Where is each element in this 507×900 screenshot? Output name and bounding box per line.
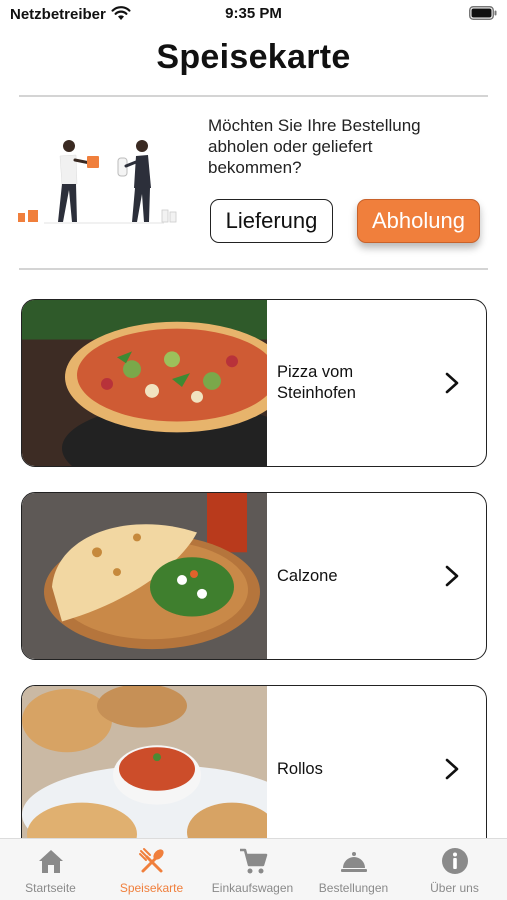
utensils-icon	[138, 848, 164, 873]
delivery-button[interactable]: Lieferung	[210, 199, 333, 243]
category-card-calzone[interactable]: Calzone	[21, 492, 487, 660]
banner-divider	[19, 268, 488, 270]
tab-label: Bestellungen	[318, 881, 389, 895]
category-label: Calzone	[277, 566, 338, 585]
category-label: Rollos	[277, 759, 323, 778]
info-icon	[441, 848, 468, 874]
page-title: Speisekarte	[156, 38, 351, 76]
category-card-rollos[interactable]: Rollos	[21, 685, 487, 853]
tab-orders[interactable]: Bestellungen	[303, 839, 404, 900]
tab-label: Über uns	[430, 881, 479, 895]
pizza-image	[22, 300, 267, 466]
status-bar: Netzbetreiber 9:35 PM	[0, 0, 507, 28]
order-question: Möchten Sie Ihre Bestellung abholen oder…	[208, 116, 421, 177]
delivery-illustration	[18, 140, 177, 224]
tab-label: Startseite	[25, 881, 76, 895]
category-card-pizza[interactable]: Pizza vom Steinhofen	[21, 299, 487, 467]
rollos-image	[22, 686, 267, 852]
battery-icon	[469, 6, 497, 20]
chevron-right-icon	[445, 758, 459, 780]
tab-bar: Startseite Speisekarte Einkaufswagen Bes…	[0, 838, 507, 900]
tab-home[interactable]: Startseite	[0, 839, 101, 900]
calzone-image	[22, 493, 267, 659]
tab-menu[interactable]: Speisekarte	[101, 839, 202, 900]
cart-icon	[239, 848, 267, 874]
clock: 9:35 PM	[225, 5, 282, 22]
tab-cart[interactable]: Einkaufswagen	[202, 839, 303, 900]
header-divider	[19, 95, 488, 97]
cloche-icon	[340, 852, 367, 872]
chevron-right-icon	[445, 372, 459, 394]
category-label: Pizza vom Steinhofen	[277, 363, 356, 402]
tab-label: Einkaufswagen	[211, 881, 294, 895]
pickup-button[interactable]: Abholung	[357, 199, 480, 243]
tab-about[interactable]: Über uns	[404, 839, 505, 900]
home-icon	[38, 850, 63, 873]
tab-label: Speisekarte	[119, 881, 184, 895]
chevron-right-icon	[445, 565, 459, 587]
